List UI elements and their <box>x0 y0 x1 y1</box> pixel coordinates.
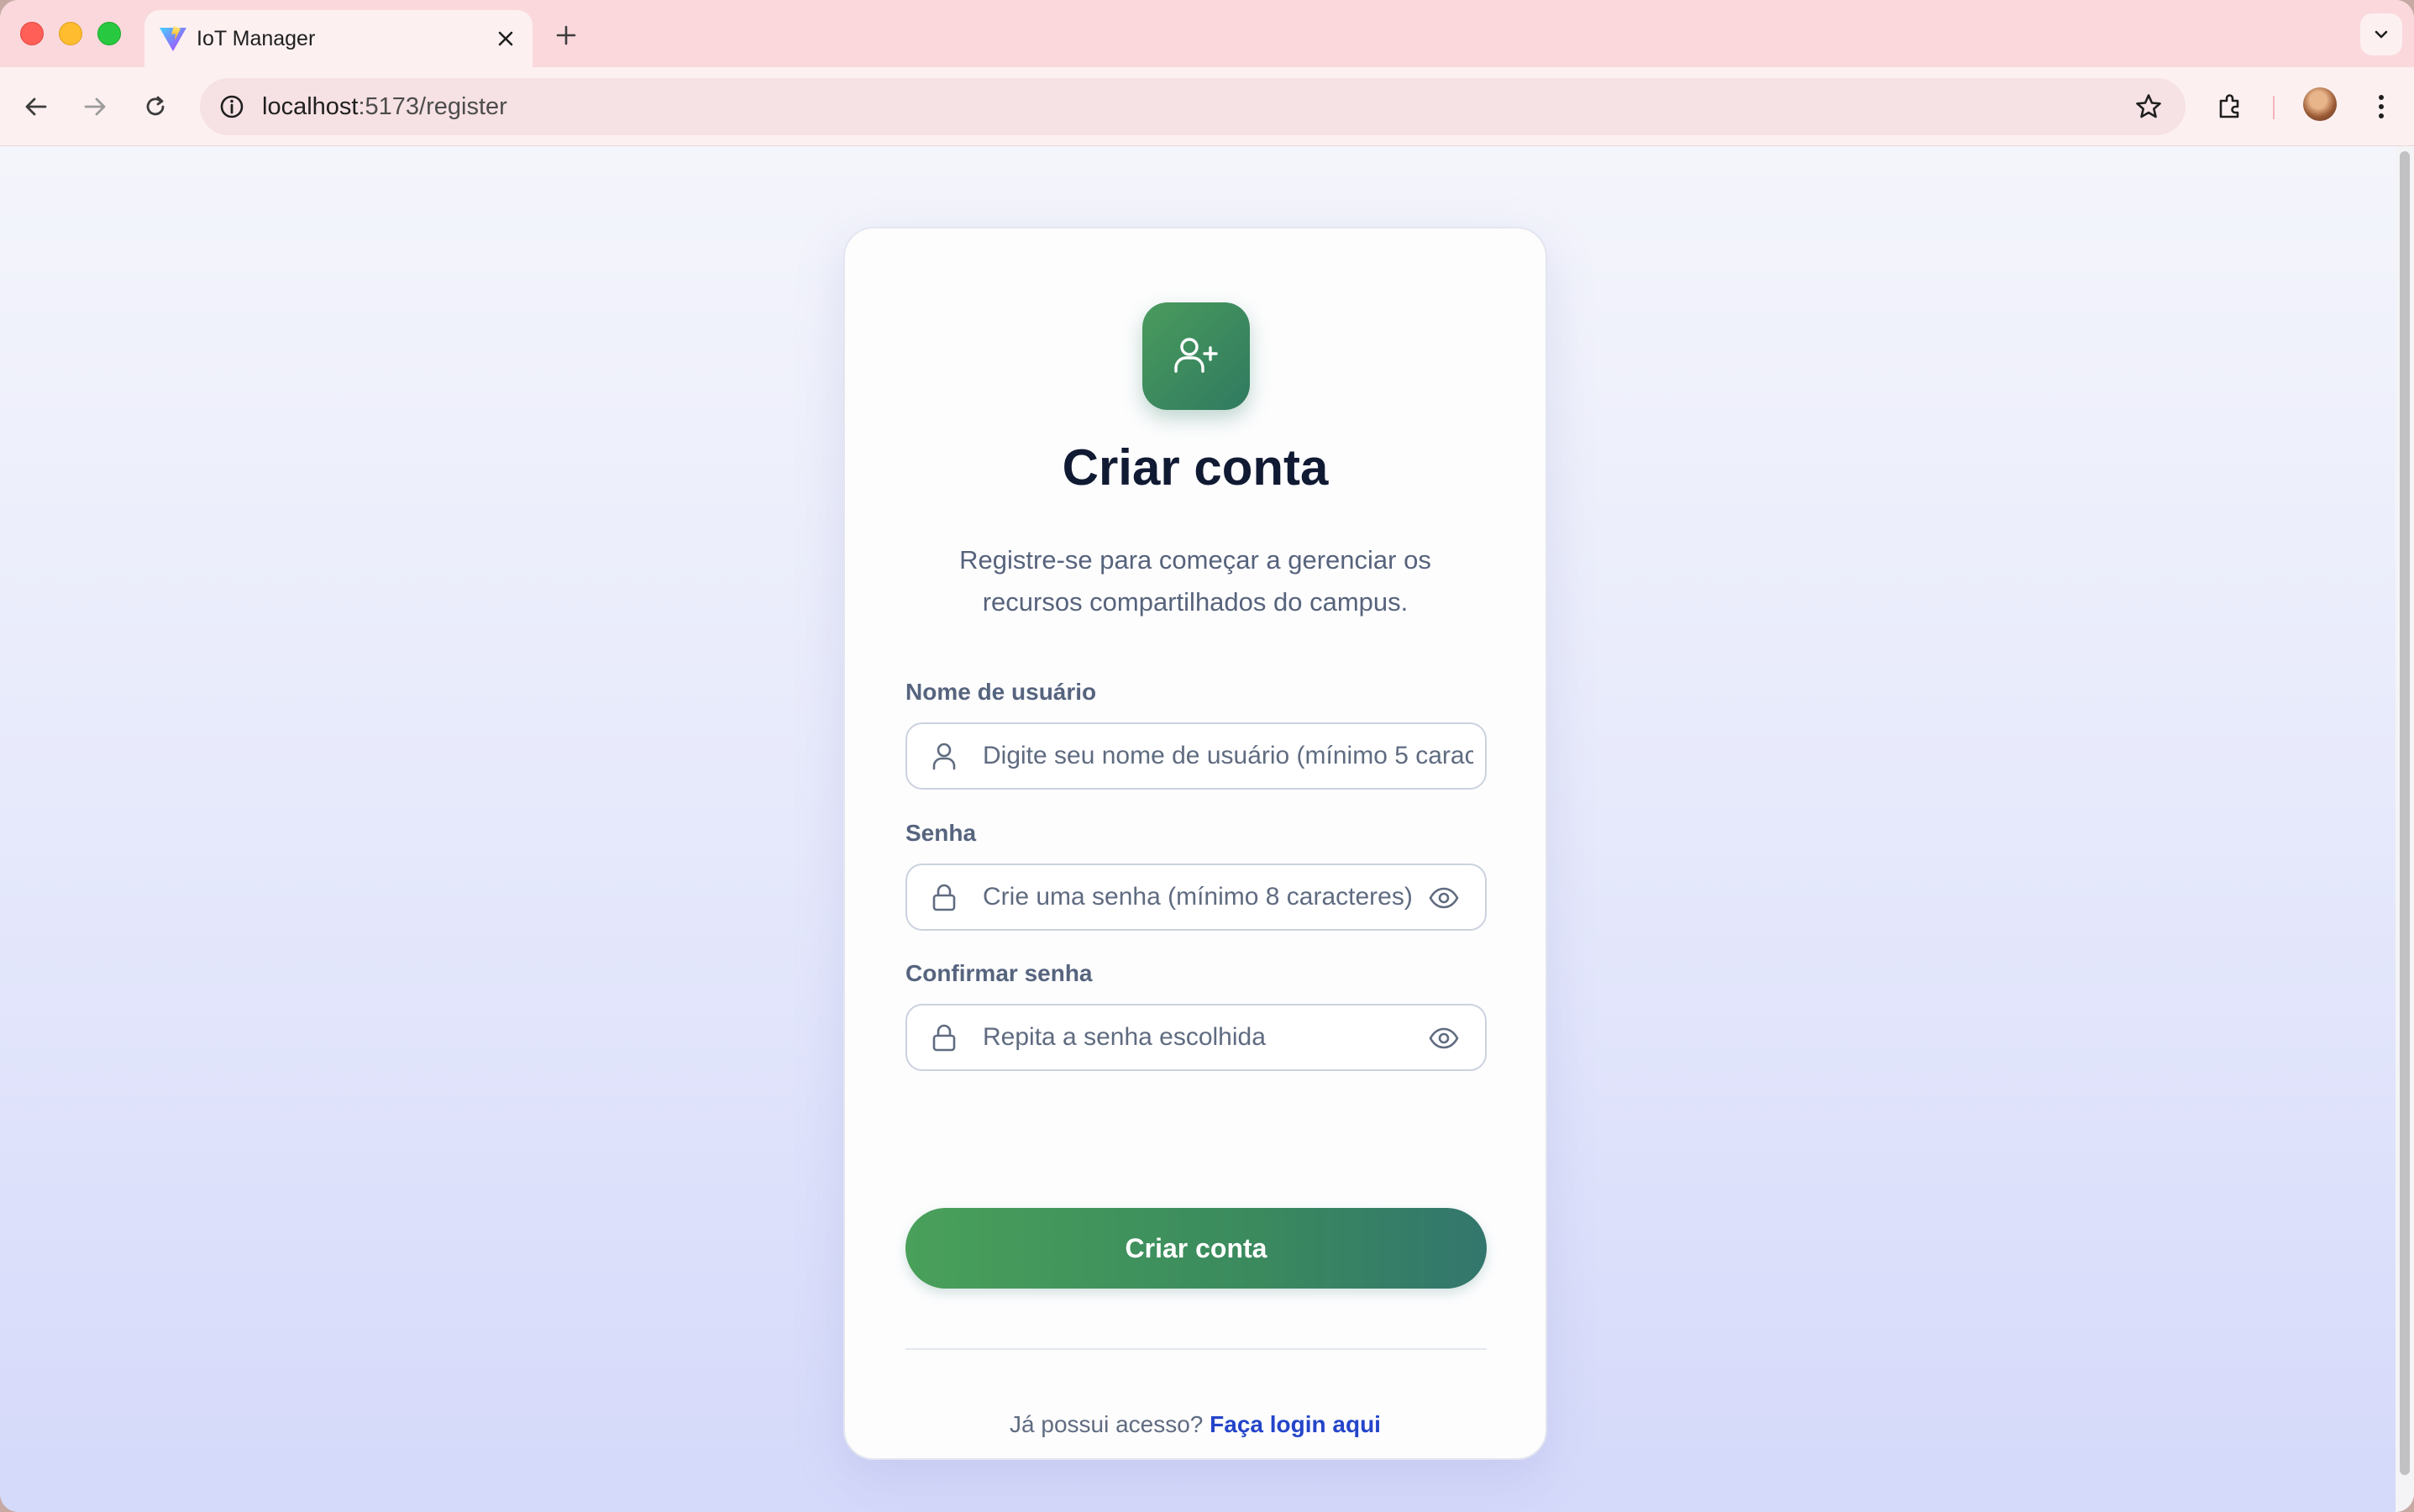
back-arrow-icon[interactable] <box>15 86 57 128</box>
page-subtitle: Registre-se para começar a gerenciar os … <box>959 545 1431 617</box>
new-tab-plus-icon[interactable] <box>548 17 585 54</box>
profile-avatar[interactable] <box>2303 87 2337 121</box>
confirm-password-field[interactable] <box>905 1004 1487 1071</box>
user-plus-icon <box>1142 302 1250 410</box>
window-minimize-button[interactable] <box>59 22 82 45</box>
extensions-puzzle-icon[interactable] <box>2209 86 2251 128</box>
url-host: localhost <box>262 93 359 120</box>
tab-title: IoT Manager <box>197 27 316 50</box>
register-card: Criar conta Registre-se para começar a g… <box>843 227 1547 1460</box>
user-icon <box>929 741 959 771</box>
browser-window: IoT Manager localhost:5173/register Cria… <box>0 0 2414 1512</box>
login-prompt: Já possui acesso? Faça login aqui <box>845 1411 1545 1438</box>
password-input[interactable] <box>983 865 1411 929</box>
password-field[interactable] <box>905 864 1487 931</box>
browser-toolbar: localhost:5173/register <box>0 67 2414 146</box>
url-text: localhost:5173/register <box>262 78 507 135</box>
page-background: Criar conta Registre-se para começar a g… <box>0 146 2396 1512</box>
window-close-button[interactable] <box>20 22 44 45</box>
url-path: :5173/register <box>358 93 507 120</box>
toolbar-separator <box>2273 96 2275 119</box>
browser-menu-kebab-icon[interactable] <box>2360 86 2402 128</box>
login-prompt-text: Já possui acesso? <box>1010 1411 1204 1437</box>
site-info-icon[interactable] <box>213 88 250 125</box>
create-account-button[interactable]: Criar conta <box>905 1208 1487 1289</box>
forward-arrow-icon[interactable] <box>74 86 116 128</box>
tab-close-icon[interactable] <box>489 22 522 55</box>
window-zoom-button[interactable] <box>97 22 121 45</box>
address-bar[interactable]: localhost:5173/register <box>200 78 2186 135</box>
username-label: Nome de usuário <box>905 679 1097 705</box>
lock-icon <box>929 1022 959 1053</box>
page-title: Criar conta <box>1062 439 1329 496</box>
tab-search-chevron-icon[interactable] <box>2360 13 2402 55</box>
divider <box>905 1348 1487 1350</box>
show-confirm-password-eye-icon[interactable] <box>1428 1022 1460 1054</box>
vite-logo-icon <box>156 22 190 55</box>
username-field[interactable] <box>905 722 1487 790</box>
lock-icon <box>929 882 959 912</box>
username-input[interactable] <box>983 724 1473 788</box>
reload-icon[interactable] <box>134 86 176 128</box>
login-link[interactable]: Faça login aqui <box>1210 1411 1381 1437</box>
tab-strip: IoT Manager <box>0 0 2414 67</box>
browser-tab[interactable]: IoT Manager <box>144 10 533 67</box>
password-label: Senha <box>905 820 977 846</box>
show-password-eye-icon[interactable] <box>1428 882 1460 914</box>
confirm-password-input[interactable] <box>983 1005 1411 1069</box>
confirm-password-label: Confirmar senha <box>905 960 1093 986</box>
page-scrollbar-thumb[interactable] <box>2400 151 2410 1475</box>
bookmark-star-icon[interactable] <box>2130 88 2167 125</box>
